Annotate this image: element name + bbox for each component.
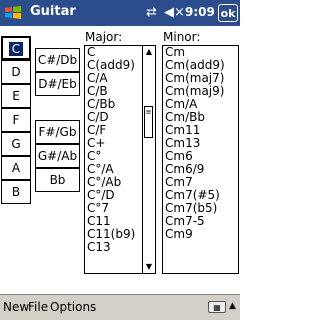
menu-file[interactable]: File xyxy=(28,300,48,314)
note-button-f[interactable]: F xyxy=(1,108,31,132)
volume-muted-icon[interactable]: ◀× xyxy=(164,5,185,20)
scroll-down-icon[interactable]: ▼ xyxy=(143,261,155,273)
app-title: Guitar xyxy=(30,4,76,19)
menu-options[interactable]: Options xyxy=(50,300,96,314)
note-button-c-sharp[interactable]: C#/Db xyxy=(35,48,80,72)
scroll-up-icon[interactable]: ▲ xyxy=(143,46,155,58)
connectivity-icon[interactable]: ⇄ xyxy=(146,5,157,20)
note-button-e[interactable]: E xyxy=(1,84,31,108)
note-label: C xyxy=(8,42,24,56)
note-button-a[interactable]: A xyxy=(1,156,31,180)
menu-bar: New File Options ▦ ▲ xyxy=(0,294,240,320)
menu-new[interactable]: New xyxy=(3,300,29,314)
minor-chord-list[interactable]: Cm Cm(add9) Cm(maj7) Cm(maj9) Cm/A Cm/Bb Cm11 C… xyxy=(162,45,239,274)
ok-button[interactable]: ok xyxy=(218,4,238,22)
major-chord-list[interactable]: C C(add9) C/A C/B C/Bb C/D C/F C+ C° C°/A C°/Ab C°/… xyxy=(84,45,156,274)
minor-header: Minor: xyxy=(163,30,201,44)
note-button-b-flat[interactable]: Bb xyxy=(35,168,80,192)
minor-items: Cm Cm(add9) Cm(maj7) Cm(maj9) Cm/A Cm/Bb Cm11 C… xyxy=(163,46,238,241)
note-button-g-sharp[interactable]: G#/Ab xyxy=(35,144,80,168)
windows-start-icon[interactable] xyxy=(4,4,22,22)
major-scrollbar[interactable]: ▲ ≡ ▼ xyxy=(142,46,155,273)
note-button-g[interactable]: G xyxy=(1,132,31,156)
note-button-d[interactable]: D xyxy=(1,60,31,84)
keyboard-icon[interactable]: ▦ xyxy=(208,301,226,313)
list-item[interactable]: Cm9 xyxy=(163,228,238,241)
chevron-up-icon[interactable]: ▲ xyxy=(229,301,236,311)
note-button-d-sharp[interactable]: D#/Eb xyxy=(35,72,80,96)
scroll-thumb[interactable]: ≡ xyxy=(144,106,153,138)
note-button-c[interactable]: C xyxy=(1,36,31,60)
title-bar: Guitar ⇄ ◀× 9:09 ok xyxy=(0,0,240,26)
clock[interactable]: 9:09 xyxy=(185,5,215,19)
note-button-b[interactable]: B xyxy=(1,180,31,204)
major-header: Major: xyxy=(85,30,123,44)
note-button-f-sharp[interactable]: F#/Gb xyxy=(35,120,80,144)
